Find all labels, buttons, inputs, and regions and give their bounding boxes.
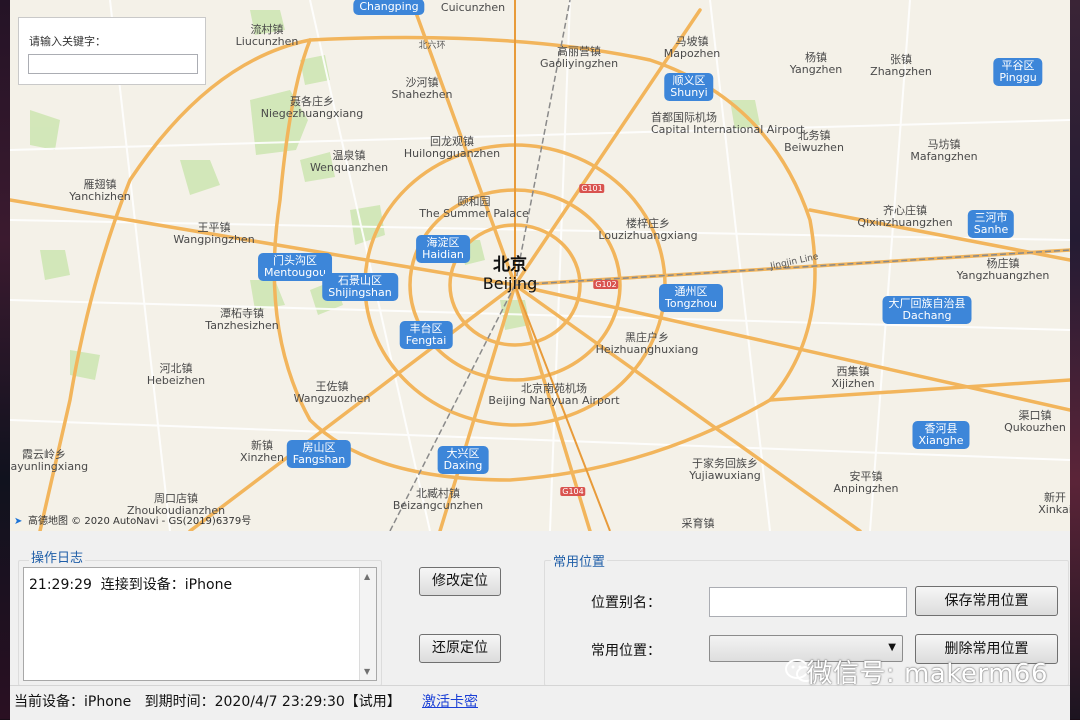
log-listbox[interactable]: 21:29:29 连接到设备：iPhone ▲ ▼	[23, 567, 377, 681]
city-name-en: Beijing	[482, 274, 538, 293]
favorite-select-label: 常用位置：	[591, 643, 661, 659]
place-label: 西集镇 Xijizhen	[831, 365, 875, 390]
activate-link[interactable]: 激活卡密	[422, 691, 478, 711]
road-tag-g101: G101	[579, 184, 605, 193]
place-label: 王佐镇 Wangzuozhen	[293, 380, 371, 405]
place-label: 回龙观镇 Huilongguanzhen	[403, 135, 501, 160]
place-label: 聂各庄乡 Niegezhuangxiang	[260, 95, 364, 120]
district-en: Shijingshan	[328, 286, 392, 299]
chevron-down-icon: ▼	[888, 642, 896, 653]
place-label: 霞云岭乡Xiayunlingxiang	[10, 448, 89, 473]
district-en: Shunyi	[670, 86, 708, 99]
district-badge[interactable]: Changping	[353, 0, 425, 15]
window-frame-right	[1070, 0, 1080, 719]
map-copyright: ➤ 高德地图 © 2020 AutoNavi - GS(2019)6379号	[14, 516, 252, 527]
district-en: Daxing	[443, 459, 483, 472]
district-badge[interactable]: 平谷区 Pinggu	[993, 58, 1043, 86]
status-text: 当前设备：iPhone 到期时间：2020/4/7 23:29:30【试用】	[14, 694, 401, 710]
place-label: 黑庄户乡 Heizhuanghuxiang	[595, 331, 699, 356]
log-title: 操作日志	[29, 547, 86, 566]
place-label: 高丽营镇 Gaoliyingzhen	[539, 45, 619, 70]
place-label: 温泉镇 Wenquanzhen	[309, 149, 389, 174]
place-label: 王平镇 Wangpingzhen	[173, 221, 255, 246]
place-label-landmark: 颐和园 The Summer Palace	[419, 195, 529, 220]
district-en: Fengtai	[405, 334, 447, 347]
place-label: 马坊镇 Mafangzhen	[910, 138, 978, 163]
place-label-airport: 北京南苑机场 Beijing Nanyuan Airport	[488, 382, 620, 407]
place-label: 沙河镇 Shahezhen	[391, 76, 453, 101]
district-badge[interactable]: 门头沟区 Mentougou	[258, 253, 332, 281]
place-label: 新镇 Xinzhen	[239, 439, 285, 464]
district-en: Dachang	[902, 309, 952, 322]
ring-road-label: 北六环	[418, 41, 446, 51]
road-tag-g102: G102	[593, 280, 619, 289]
window-frame-left	[0, 0, 10, 719]
search-input[interactable]	[28, 54, 198, 74]
place-label: Cuicunzhen	[440, 1, 506, 14]
district-en: Haidian	[422, 248, 464, 261]
map-view[interactable]: G101 G102 G104 北六环 Jingjin Line 北京 Beiji…	[10, 0, 1070, 531]
place-label: 张镇 Zhangzhen	[870, 53, 932, 78]
district-badge[interactable]: 三河市 Sanhe	[967, 210, 1015, 238]
place-label: 河北镇 Hebeizhen	[146, 362, 206, 387]
place-label: 安平镇 Anpingzhen	[833, 470, 899, 495]
place-label: 北臧村镇 Beizangcunzhen	[392, 487, 484, 512]
place-label: 杨庄镇 Yangzhuangzhen	[956, 257, 1050, 282]
place-label: 渠口镇 Qukouzhen	[1004, 409, 1066, 434]
district-badge[interactable]: 石景山区 Shijingshan	[322, 273, 398, 301]
place-label: 楼梓庄乡 Louzizhuangxiang	[598, 217, 698, 242]
alias-input[interactable]	[709, 587, 907, 617]
place-label: 采育镇	[681, 517, 715, 530]
district-badge[interactable]: 大厂回族自治县 Dachang	[882, 296, 972, 324]
district-en: Xianghe	[918, 434, 964, 447]
district-badge[interactable]: 丰台区 Fengtai	[399, 321, 453, 349]
district-badge[interactable]: 房山区 Fangshan	[286, 440, 352, 468]
search-label: 请输入关键字：	[29, 35, 106, 48]
district-en: Pinggu	[999, 71, 1037, 84]
place-label: 北务镇 Beiwuzhen	[784, 129, 844, 154]
scroll-up-icon[interactable]: ▲	[364, 572, 370, 581]
district-en: Mentougou	[264, 266, 326, 279]
restore-location-button[interactable]: 还原定位	[419, 634, 501, 663]
place-label: 潭柘寺镇 Tanzhesizhen	[205, 307, 279, 332]
district-badge[interactable]: 顺义区 Shunyi	[664, 73, 714, 101]
place-label: 马坡镇 Mapozhen	[663, 35, 721, 60]
status-bar: 当前设备：iPhone 到期时间：2020/4/7 23:29:30【试用】 激…	[10, 685, 1070, 720]
place-label: 杨镇 Yangzhen	[789, 51, 843, 76]
log-entry: 21:29:29 连接到设备：iPhone	[29, 577, 233, 593]
save-favorite-button[interactable]: 保存常用位置	[915, 586, 1058, 616]
alias-label: 位置别名：	[591, 595, 661, 611]
district-en: Sanhe	[973, 223, 1009, 236]
place-label: 于家务回族乡 Yujiawuxiang	[689, 457, 761, 482]
place-label: 雁翅镇 Yanchizhen	[69, 178, 131, 203]
road-tag-g104: G104	[560, 487, 586, 496]
district-badge[interactable]: 海淀区 Haidian	[416, 235, 470, 263]
city-name-cn: 北京	[492, 255, 527, 275]
district-cn: Changping	[359, 0, 419, 13]
place-label: 齐心庄镇 Qixinzhuangzhen	[857, 204, 953, 229]
favorites-title: 常用位置	[551, 551, 608, 570]
city-label-beijing[interactable]: 北京 Beijing	[483, 255, 537, 293]
district-badge[interactable]: 大兴区 Daxing	[437, 446, 489, 474]
app-window: G101 G102 G104 北六环 Jingjin Line 北京 Beiji…	[10, 0, 1070, 720]
log-scrollbar[interactable]: ▲ ▼	[359, 568, 376, 680]
modify-location-button[interactable]: 修改定位	[419, 567, 501, 596]
scroll-down-icon[interactable]: ▼	[364, 667, 370, 676]
place-label: 流村镇 Liucunzhen	[235, 23, 299, 48]
district-en: Fangshan	[292, 453, 346, 466]
watermark-text: 微信号: makerm66	[806, 659, 1048, 689]
district-badge[interactable]: 香河县 Xianghe	[912, 421, 970, 449]
place-label-airport: 首都国际机场 Capital International Airport	[651, 111, 805, 136]
place-label: 新开 Xinkai	[1038, 491, 1070, 516]
district-en: Tongzhou	[665, 297, 717, 310]
district-badge[interactable]: 通州区 Tongzhou	[659, 284, 723, 312]
amap-logo-icon: ➤	[14, 516, 23, 527]
map-search-panel: 请输入关键字：	[18, 17, 206, 85]
